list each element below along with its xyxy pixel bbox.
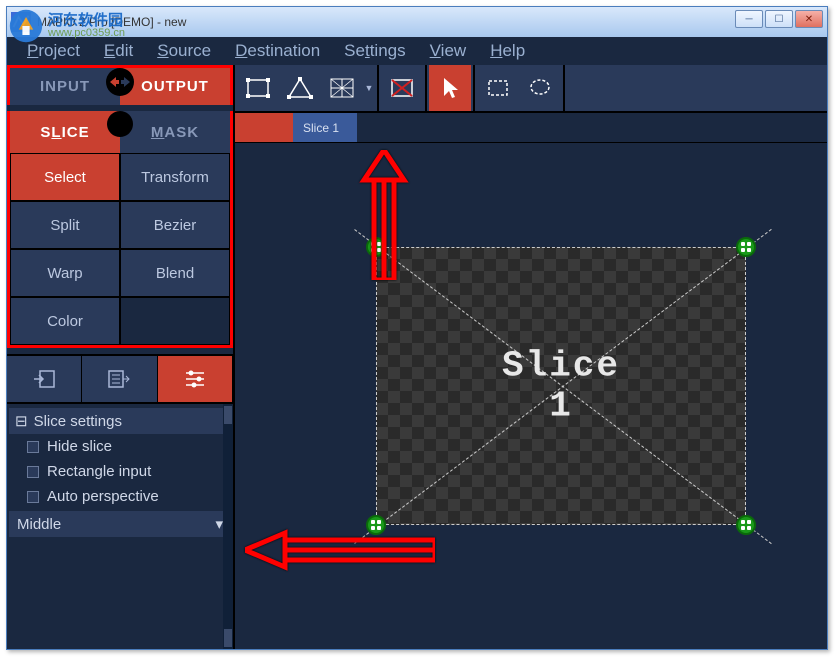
settings-header-label: Slice settings (34, 413, 122, 430)
tab-color-swatch[interactable] (235, 113, 293, 142)
tool-color[interactable]: Color (10, 297, 120, 345)
tb-grid-dropdown[interactable]: ▼ (363, 65, 375, 111)
handle-top-right[interactable] (736, 237, 756, 257)
io-toggle-icon (106, 68, 134, 96)
tool-blend[interactable]: Blend (120, 249, 230, 297)
triangle-icon (286, 74, 314, 102)
menu-settings[interactable]: Settings (334, 39, 415, 63)
titlebar[interactable]: MAPIO 2 Pro [DEMO] - new ─ ☐ ✕ (7, 7, 827, 37)
tb-triangle-button[interactable] (279, 65, 321, 111)
menu-help[interactable]: Help (480, 39, 535, 63)
slice-mask-toggle-icon (107, 111, 133, 137)
check-rectangle-input[interactable]: Rectangle input (9, 459, 231, 484)
tb-lasso-button[interactable] (519, 65, 561, 111)
maximize-button[interactable]: ☐ (765, 10, 793, 28)
tb-delete-button[interactable] (381, 65, 423, 111)
watermark-url: www.pc0359.cn (48, 28, 125, 39)
panel-btn-1[interactable] (7, 356, 82, 402)
delete-rect-icon (388, 74, 416, 102)
tab-slice-1[interactable]: Slice 1 (293, 113, 357, 142)
checkbox-icon (27, 491, 39, 503)
tb-grid-button[interactable] (321, 65, 363, 111)
annotation-arrow-left (245, 525, 435, 580)
lasso-icon (526, 74, 554, 102)
settings-header[interactable]: ⊟ Slice settings (9, 408, 231, 434)
main-toolbar: ▼ (235, 65, 827, 113)
annotation-arrow-up (354, 150, 414, 285)
tool-warp[interactable]: Warp (10, 249, 120, 297)
tb-rect-button[interactable] (237, 65, 279, 111)
check-auto-perspective[interactable]: Auto perspective (9, 484, 231, 509)
check-label: Auto perspective (47, 488, 159, 505)
slice-mode-button[interactable]: SLICE (10, 111, 120, 153)
checkbox-icon (27, 466, 39, 478)
menubar: Project Edit Source Destination Settings… (7, 37, 827, 65)
tool-select[interactable]: Select (10, 153, 120, 201)
tool-grid: Select Transform Split Bezier Warp Blend… (7, 153, 233, 348)
menu-view[interactable]: View (420, 39, 477, 63)
close-button[interactable]: ✕ (795, 10, 823, 28)
tool-empty (120, 297, 230, 345)
output-mode-button[interactable]: OUTPUT (120, 68, 230, 105)
watermark-text: 河东软件园 (48, 13, 125, 28)
grid-icon (328, 74, 356, 102)
tool-transform[interactable]: Transform (120, 153, 230, 201)
tb-marquee-button[interactable] (477, 65, 519, 111)
settings-panel: ⊟ Slice settings Hide slice Rectangle in… (7, 402, 233, 649)
menu-destination[interactable]: Destination (225, 39, 330, 63)
slice-canvas[interactable]: Slice1 (376, 247, 746, 525)
pointer-icon (436, 74, 464, 102)
tab-bar: Slice 1 (235, 113, 827, 143)
export-icon (32, 369, 56, 389)
check-label: Hide slice (47, 438, 112, 455)
check-label: Rectangle input (47, 463, 151, 480)
marquee-icon (484, 74, 512, 102)
checkbox-icon (27, 441, 39, 453)
sidebar: INPUT OUTPUT SLICE MASK Select Transform… (7, 65, 235, 649)
handle-bottom-right[interactable] (736, 515, 756, 535)
watermark-overlay: 河东软件园 www.pc0359.cn (8, 8, 125, 44)
check-hide-slice[interactable]: Hide slice (9, 434, 231, 459)
list-icon (107, 369, 131, 389)
rectangle-icon (244, 74, 272, 102)
watermark-logo-icon (8, 8, 44, 44)
tool-split[interactable]: Split (10, 201, 120, 249)
tool-bezier[interactable]: Bezier (120, 201, 230, 249)
panel-btn-2[interactable] (82, 356, 157, 402)
panel-btn-3-sliders[interactable] (158, 356, 233, 402)
slice-label: Slice1 (502, 346, 620, 425)
menu-source[interactable]: Source (147, 39, 221, 63)
chevron-down-icon: ▾ (215, 515, 223, 533)
mask-mode-button[interactable]: MASK (120, 111, 230, 153)
align-dropdown[interactable]: Middle ▾ (9, 511, 231, 537)
sliders-icon (184, 369, 206, 389)
dropdown-value: Middle (17, 516, 61, 533)
collapse-icon: ⊟ (15, 412, 28, 430)
tb-pointer-button[interactable] (429, 65, 471, 111)
settings-scrollbar[interactable] (223, 404, 233, 649)
minimize-button[interactable]: ─ (735, 10, 763, 28)
input-mode-button[interactable]: INPUT (10, 68, 120, 105)
